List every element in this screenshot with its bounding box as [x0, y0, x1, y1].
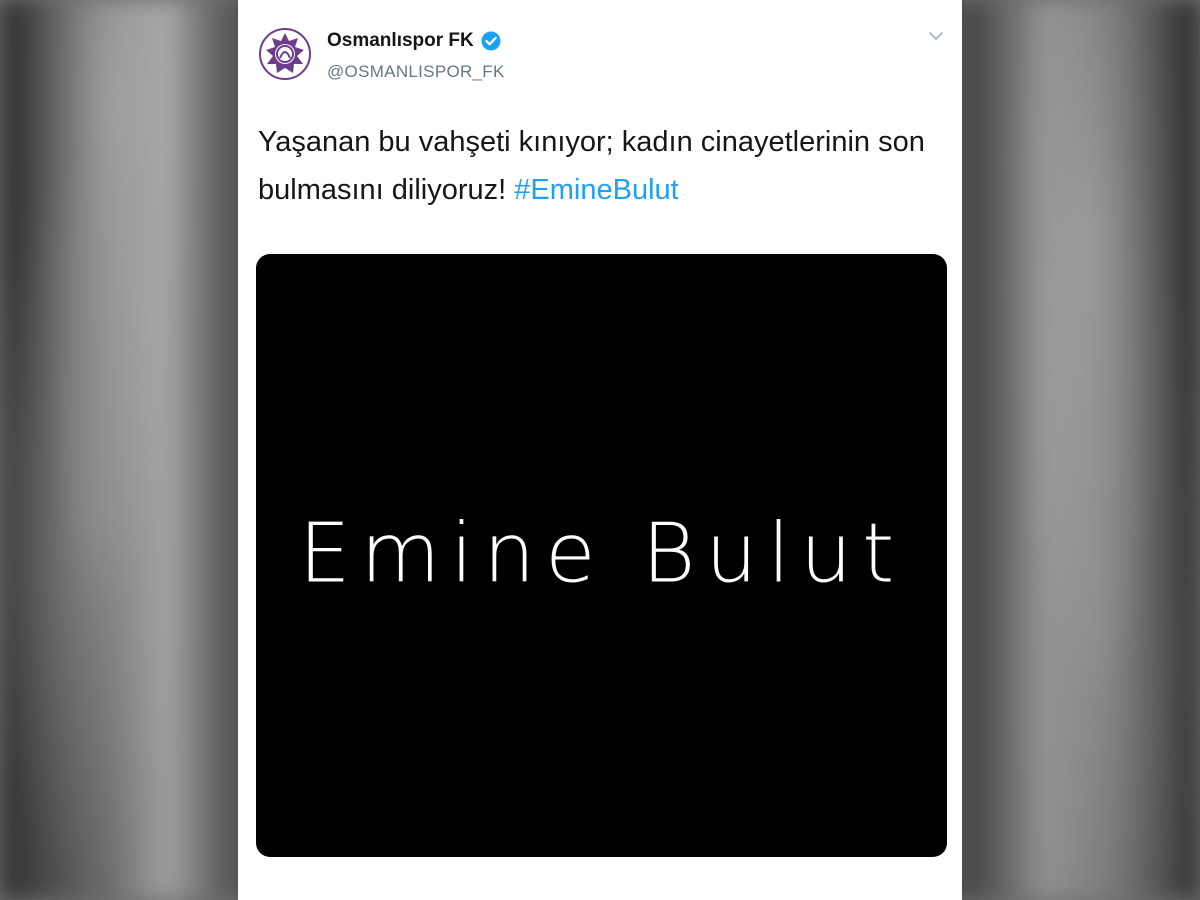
verified-badge-icon — [481, 31, 501, 51]
chevron-down-icon[interactable] — [924, 24, 948, 48]
user-handle[interactable]: @OSMANLISPOR_FK — [327, 62, 505, 82]
club-logo-icon[interactable] — [259, 28, 311, 80]
tweet-card: Osmanlıspor FK @OSMANLISPOR_FK Yaşanan b… — [238, 0, 962, 900]
display-name[interactable]: Osmanlıspor FK — [327, 30, 474, 52]
tweet-text: Yaşanan bu vahşeti kınıyor; kadın cinaye… — [258, 118, 938, 214]
media-caption-text: Emine Bulut — [298, 506, 905, 602]
tweet-media-image[interactable]: Emine Bulut — [256, 254, 947, 857]
blurred-background-right — [960, 0, 1200, 900]
display-name-row[interactable]: Osmanlıspor FK — [327, 30, 501, 52]
hashtag-link[interactable]: #EmineBulut — [514, 174, 678, 206]
blurred-background-left — [0, 0, 240, 900]
